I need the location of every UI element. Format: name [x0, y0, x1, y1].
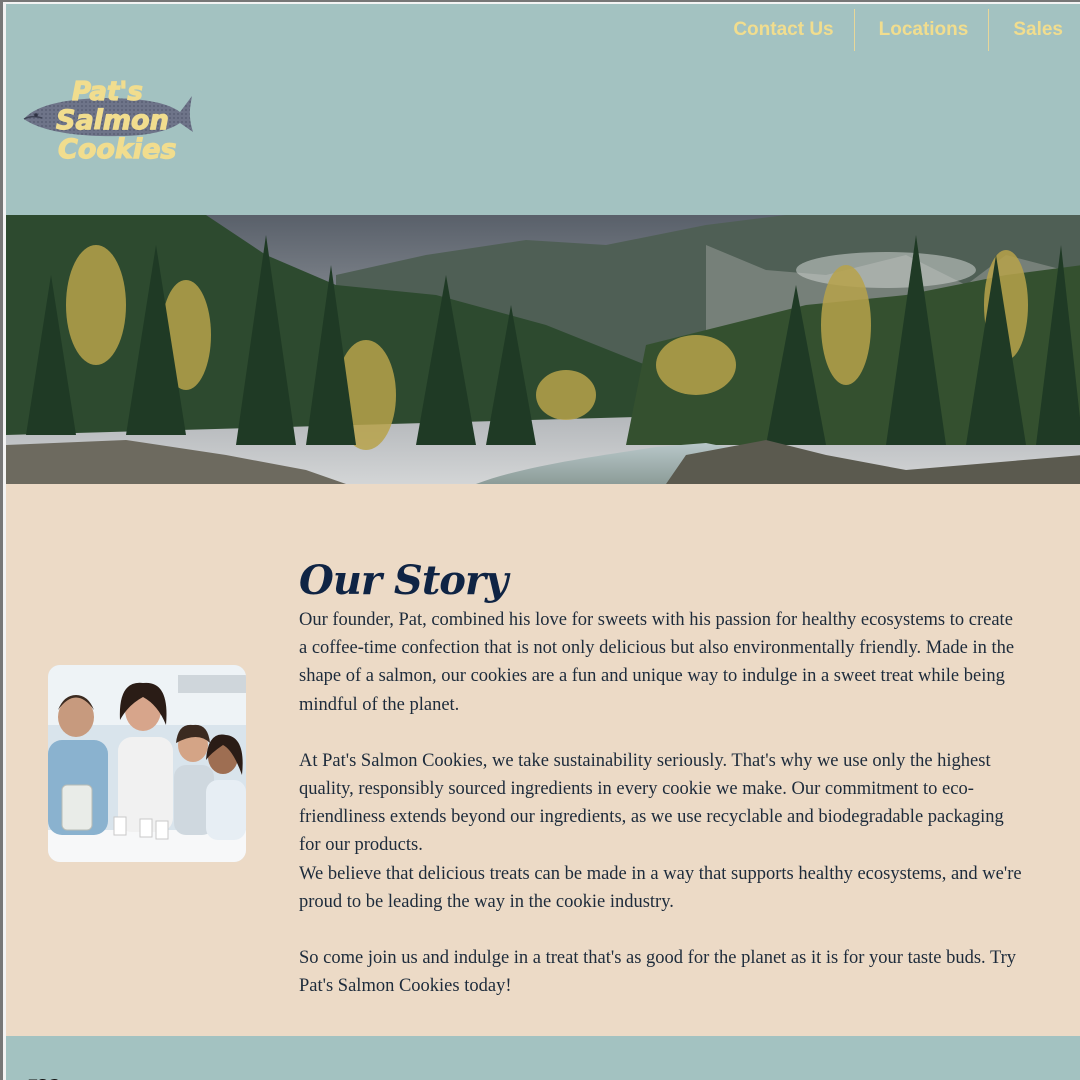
footer-logo-mark: m [26, 1066, 62, 1080]
page-title: Our Story [299, 556, 508, 604]
site-footer: m [6, 1036, 1080, 1080]
story-paragraph-3: We believe that delicious treats can be … [299, 863, 1022, 912]
story-paragraph-1: Our founder, Pat, combined his love for … [299, 610, 1015, 715]
nav-locations[interactable]: Locations [853, 9, 989, 51]
story-text: Our founder, Pat, combined his love for … [299, 606, 1024, 1000]
nav-contact-us[interactable]: Contact Us [733, 9, 853, 51]
family-photo-image [48, 665, 246, 862]
story-paragraph-2: At Pat's Salmon Cookies, we take sustain… [299, 750, 1004, 856]
our-story-section: Our Story Our founder, Pat, combined his… [6, 484, 1080, 1036]
site-logo[interactable]: Pat's Salmon Cookies [20, 72, 198, 166]
salmon-icon: Pat's Salmon Cookies [23, 76, 193, 166]
family-photo [48, 665, 246, 862]
hero-image [6, 215, 1080, 484]
nav-sales[interactable]: Sales [988, 9, 1080, 51]
story-paragraph-4: So come join us and indulge in a treat t… [299, 948, 1017, 997]
main-nav: Contact Us Locations Sales [733, 9, 1080, 51]
forest-river-photo [6, 215, 1080, 484]
svg-text:Cookies: Cookies [58, 134, 177, 164]
page-frame: Contact Us Locations Sales Pat's Salmon … [0, 0, 1080, 1080]
site-header: Contact Us Locations Sales Pat's Salmon … [6, 4, 1080, 215]
svg-text:Pat's: Pat's [72, 77, 143, 107]
svg-text:Salmon: Salmon [56, 105, 169, 136]
